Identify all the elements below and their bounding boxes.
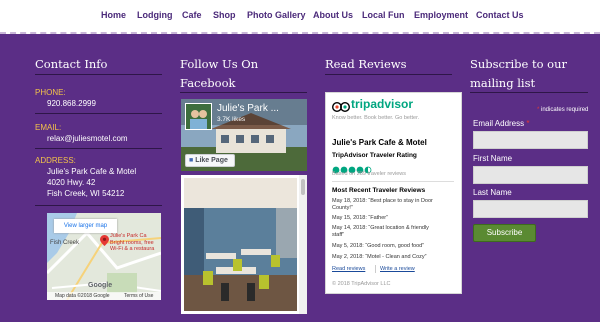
first-name-label: First Name [473,154,513,163]
rating-bubbles [332,161,372,174]
facebook-feed-photo[interactable] [181,175,307,314]
divider [332,181,454,182]
facebook-title-line: Follow Us On [180,57,259,71]
map-data-attribution: Map data ©2018 Google [55,293,110,299]
divider [35,148,162,149]
tripadvisor-widget: tripadvisor Know better. Book better. Go… [325,92,462,294]
nav-photo-gallery[interactable]: Photo Gallery [247,10,306,20]
email-address-label-text: Email Address [473,119,525,128]
divider [470,92,588,93]
required-asterisk: * [537,107,540,113]
facebook-like-page-button[interactable]: ■ Like Page [185,154,235,167]
review-item[interactable]: County!” [332,205,353,211]
review-item[interactable]: staff” [332,232,344,238]
address-line: 4020 Hwy. 42 [47,178,96,187]
subscribe-title-line: mailing list [470,76,536,90]
last-name-label: Last Name [473,188,512,197]
property-name-link[interactable]: Julie's Park Cafe & Motel [332,138,427,147]
email-label: EMAIL: [35,123,62,132]
tripadvisor-tagline: Know better. Book better. Go better. [332,115,420,121]
top-nav: Home Lodging Cafe Shop Photo Gallery Abo… [0,0,600,34]
read-reviews-link[interactable]: Read reviews [332,266,365,272]
scrollbar-thumb[interactable] [301,179,305,195]
facebook-icon: ■ [189,157,194,164]
facebook-likes-count: 3.7K likes [217,116,246,123]
review-item[interactable]: May 15, 2018: “Father” [332,215,388,221]
like-page-label: Like Page [195,157,228,164]
scrollbar[interactable] [299,175,307,314]
contact-title: Contact Info [35,57,108,71]
review-item[interactable]: May 14, 2018: “Great location & friendly [332,225,429,231]
address-label: ADDRESS: [35,156,76,165]
review-item[interactable]: May 5, 2018: “Good room, good food” [332,243,424,249]
reviews-title: Read Reviews [325,57,407,71]
map-place-info: Julie's Park Ca Bright rooms, free Wi-Fi… [110,233,154,253]
required-note: * indicates required [537,107,588,113]
review-item[interactable]: May 18, 2018: “Best place to stay in Doo… [332,198,433,204]
divider [35,113,162,114]
last-name-field[interactable] [473,200,588,218]
nav-employment[interactable]: Employment [414,10,468,20]
nav-about-us[interactable]: About Us [313,10,353,20]
email-link[interactable]: relax@juliesmotel.com [47,133,128,144]
review-count-link[interactable]: Based on 289 traveler reviews [332,171,406,177]
nav-shop[interactable]: Shop [213,10,236,20]
review-item[interactable]: May 2, 2018: “Motel - Clean and Cozy” [332,254,426,260]
phone-label: PHONE: [35,88,66,97]
map-terms-link[interactable]: Terms of Use [124,292,153,300]
first-name-field[interactable] [473,166,588,184]
map-place-desc: Wi-Fi & a restaura [110,246,155,252]
address-line: Julie's Park Cafe & Motel [47,167,137,176]
required-note-text: indicates required [541,107,589,113]
divider [35,205,162,206]
subscribe-title: Subscribe to our mailing list [470,55,567,93]
nav-cafe[interactable]: Cafe [182,10,202,20]
map-footer: Map data ©2018 Google Terms of Use [47,292,161,300]
nav-home[interactable]: Home [101,10,126,20]
recent-reviews-title: Most Recent Traveler Reviews [332,187,426,194]
nav-local-fun[interactable]: Local Fun [362,10,405,20]
divider [180,92,307,93]
rating-title: TripAdvisor Traveler Rating [332,152,417,159]
email-address-label: Email Address * [473,119,530,128]
map-town-label: Fish Creek [50,240,80,246]
write-review-link[interactable]: Write a review [380,266,415,272]
address-line: Fish Creek, WI 54212 [47,189,125,198]
divider [325,74,452,75]
restaurant-photo [184,178,297,311]
google-logo: Google [88,282,113,289]
map-pin-icon[interactable] [100,233,109,246]
nav-lodging[interactable]: Lodging [137,10,173,20]
tripadvisor-copyright: © 2018 TripAdvisor LLC [332,281,391,287]
view-larger-map-link[interactable]: View larger map [54,219,117,233]
required-asterisk: * [526,119,530,128]
divider [375,265,376,273]
email-address-field[interactable] [473,131,588,149]
subscribe-title-line: Subscribe to our [470,57,568,71]
facebook-profile-avatar[interactable] [185,103,212,130]
facebook-page-widget[interactable]: Julie's Park ... 3.7K likes ■ Like Page [181,99,307,171]
tripadvisor-logo[interactable]: tripadvisor [351,97,413,111]
facebook-page-name[interactable]: Julie's Park ... [217,103,279,114]
facebook-title-line: Facebook [180,76,236,90]
phone-number[interactable]: 920.868.2999 [47,98,96,109]
map-embed[interactable]: View larger map Fish Creek Julie's Park … [47,213,161,300]
facebook-title: Follow Us On Facebook [180,55,258,93]
divider [35,74,162,75]
nav-contact-us[interactable]: Contact Us [476,10,524,20]
subscribe-button[interactable]: Subscribe [473,224,536,242]
tripadvisor-owl-icon [331,99,351,113]
